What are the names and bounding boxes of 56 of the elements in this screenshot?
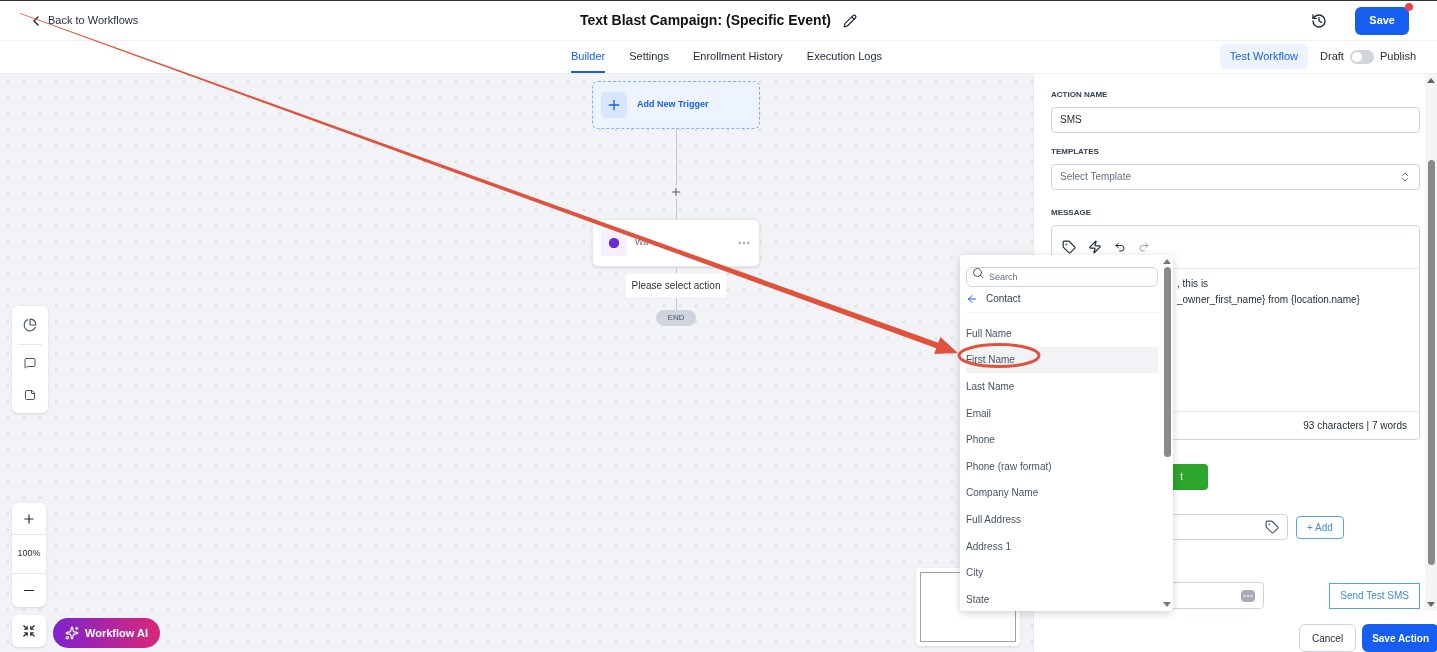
character-counter: 93 characters | 7 words bbox=[1302, 418, 1408, 433]
field-label: ACTION NAME bbox=[1051, 89, 1109, 101]
search-icon bbox=[972, 267, 984, 279]
send-test-button[interactable]: Send Test SMS bbox=[1329, 582, 1420, 609]
variable-option[interactable]: City bbox=[966, 559, 1158, 586]
tag-icon bbox=[1265, 520, 1279, 534]
fit-view-button[interactable] bbox=[12, 615, 46, 647]
end-marker: END bbox=[655, 310, 697, 326]
variable-option[interactable]: Company Name bbox=[966, 479, 1158, 507]
sparkles-icon bbox=[65, 626, 79, 640]
chart-icon[interactable] bbox=[23, 318, 37, 332]
variable-option[interactable]: Full Address bbox=[966, 506, 1158, 533]
field-label: TEMPLATES bbox=[1051, 145, 1100, 158]
publish-toggle[interactable] bbox=[1349, 49, 1374, 64]
tag-icon[interactable] bbox=[1062, 240, 1076, 254]
save-action-button[interactable]: Save Action bbox=[1362, 624, 1437, 652]
lightning-icon[interactable] bbox=[1088, 240, 1102, 254]
save-button[interactable]: Save bbox=[1355, 6, 1409, 35]
variable-option[interactable]: Address 1 bbox=[966, 532, 1158, 560]
template-select[interactable]: Select Template bbox=[1051, 163, 1420, 190]
more-icon bbox=[1241, 589, 1255, 602]
draft-label: Draft bbox=[1320, 49, 1344, 65]
add-step-icon[interactable] bbox=[670, 186, 682, 198]
variable-option[interactable]: State bbox=[966, 585, 1158, 613]
tab[interactable]: Execution Logs bbox=[806, 41, 883, 73]
workflow-title: Text Blast Campaign: (Specific Event) bbox=[580, 11, 831, 30]
publish-label: Publish bbox=[1379, 49, 1416, 65]
cancel-button[interactable]: Cancel bbox=[1299, 624, 1357, 652]
zoom-level: 100% bbox=[12, 535, 46, 574]
back-arrow-icon bbox=[966, 292, 978, 305]
test-workflow-button[interactable]: Test Workflow bbox=[1219, 44, 1309, 69]
tab[interactable]: Settings bbox=[629, 41, 669, 73]
message-text: , this is bbox=[1177, 277, 1210, 291]
tab[interactable]: Enrollment History bbox=[692, 41, 783, 73]
panel-scrollbar[interactable] bbox=[1425, 74, 1437, 611]
shrink-icon bbox=[22, 624, 36, 638]
variable-option[interactable]: Phone (raw format) bbox=[966, 452, 1158, 480]
select-action-button[interactable]: Please select action bbox=[624, 273, 728, 298]
chevrons-icon bbox=[1399, 170, 1411, 183]
edit-icon[interactable] bbox=[843, 13, 857, 28]
note-icon[interactable] bbox=[24, 389, 36, 401]
redo-icon[interactable] bbox=[1138, 241, 1150, 253]
message-text: _owner_first_name} from {location.name} bbox=[1177, 293, 1361, 307]
add-button[interactable]: + Add bbox=[1296, 515, 1344, 539]
variable-option[interactable]: First Name bbox=[966, 346, 1158, 374]
plus-icon bbox=[601, 92, 627, 118]
workflow-ai-button[interactable]: Workflow AI bbox=[53, 618, 160, 648]
undo-icon[interactable] bbox=[1114, 241, 1126, 253]
comment-icon[interactable] bbox=[24, 357, 36, 369]
add-trigger-node[interactable]: Add New Trigger bbox=[592, 81, 760, 129]
history-icon[interactable] bbox=[1311, 12, 1328, 29]
field-label: MESSAGE bbox=[1051, 207, 1092, 219]
minus-icon bbox=[24, 589, 34, 592]
search-field[interactable]: Search bbox=[966, 267, 1158, 287]
action-name-field[interactable]: SMS bbox=[1051, 107, 1420, 133]
plus-icon bbox=[22, 511, 36, 526]
